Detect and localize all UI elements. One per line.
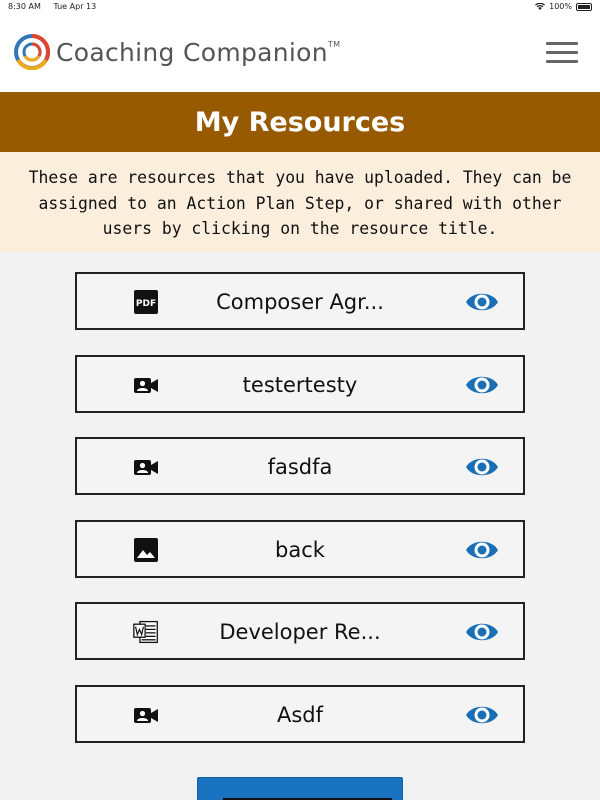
page-description: These are resources that you have upload…: [0, 152, 600, 252]
video-icon: [134, 460, 158, 475]
battery-icon: [576, 2, 592, 11]
battery-percent: 100%: [549, 2, 572, 11]
upload-resource-button[interactable]: [197, 777, 403, 800]
resource-item[interactable]: back: [75, 519, 525, 578]
resource-item[interactable]: Asdf: [75, 684, 525, 743]
resource-title[interactable]: Asdf: [177, 703, 423, 727]
wifi-icon: [535, 3, 546, 10]
brand-name: Coaching CompanionTM: [56, 38, 341, 67]
resource-item[interactable]: testertesty: [75, 354, 525, 413]
page-title: My Resources: [194, 106, 406, 138]
resource-item[interactable]: fasdfa: [75, 437, 525, 495]
resource-title[interactable]: back: [177, 538, 423, 562]
eye-icon[interactable]: [465, 535, 499, 565]
svg-text:PDF: PDF: [136, 299, 156, 309]
coaching-companion-logo-icon: [14, 34, 50, 70]
word-doc-icon: [133, 620, 158, 644]
app-header: Coaching CompanionTM: [0, 14, 600, 92]
image-icon: [134, 537, 158, 562]
eye-icon[interactable]: [465, 370, 499, 400]
video-icon: [134, 707, 158, 723]
status-bar: 8:30 AM Tue Apr 13 100%: [0, 0, 600, 14]
video-icon: [134, 377, 158, 393]
pdf-icon: PDF: [134, 290, 158, 314]
resource-list: PDF Composer Agr... testertesty fasdfa b…: [75, 272, 525, 767]
resource-title[interactable]: Developer Re...: [177, 620, 423, 644]
title-bar: My Resources: [0, 92, 600, 152]
resource-title[interactable]: Composer Agr...: [177, 290, 423, 314]
status-date: Tue Apr 13: [53, 2, 97, 11]
eye-icon[interactable]: [465, 287, 499, 317]
eye-icon[interactable]: [465, 452, 499, 482]
hamburger-menu-icon[interactable]: [546, 42, 578, 66]
resource-title[interactable]: testertesty: [177, 373, 423, 397]
eye-icon[interactable]: [465, 700, 499, 730]
resource-title[interactable]: fasdfa: [177, 455, 423, 479]
trademark: TM: [327, 40, 341, 49]
status-time: 8:30 AM: [8, 2, 41, 11]
resource-item[interactable]: PDF Composer Agr...: [75, 272, 525, 330]
resource-item[interactable]: Developer Re...: [75, 602, 525, 660]
eye-icon[interactable]: [465, 617, 499, 647]
